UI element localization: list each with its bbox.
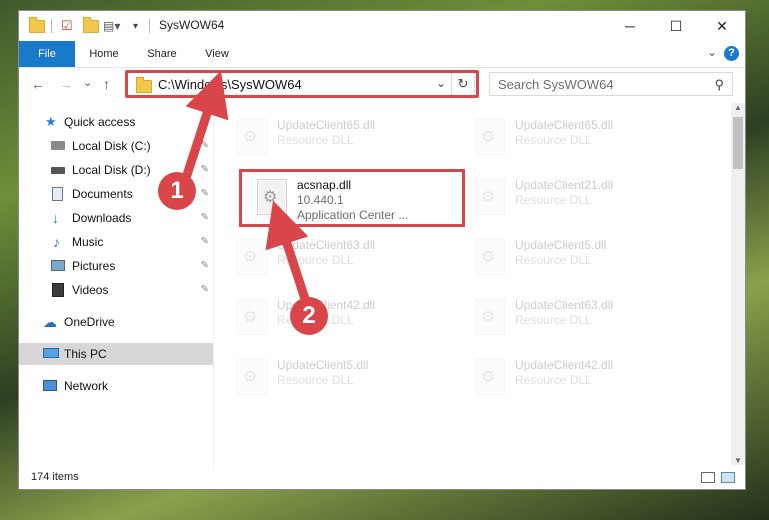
- arrow-to-dll-file: [265, 200, 311, 304]
- step-1-badge: 1: [158, 172, 196, 210]
- step-2-badge: 2: [290, 297, 328, 335]
- arrow-to-address-bar: [181, 70, 229, 180]
- annotation-arrows: [181, 70, 311, 304]
